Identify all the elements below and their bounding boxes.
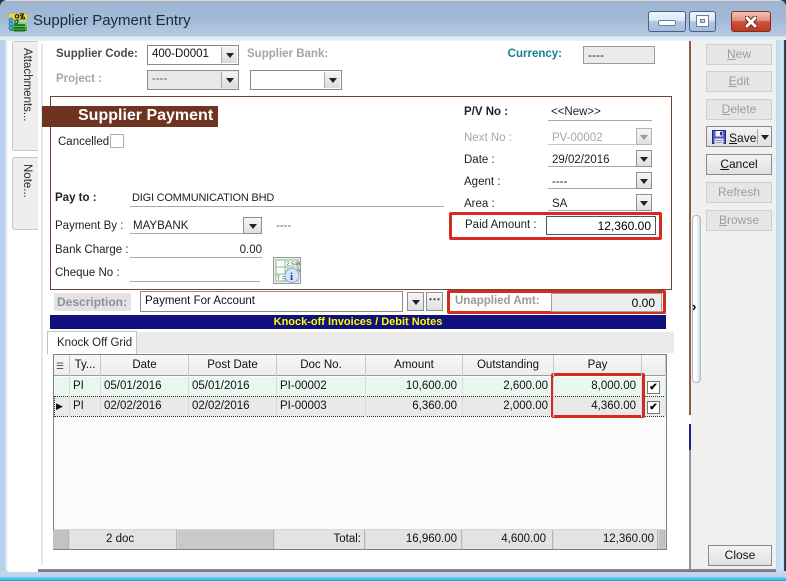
svg-text:2.546: 2.546: [287, 262, 301, 268]
svg-text:i: i: [290, 271, 293, 283]
